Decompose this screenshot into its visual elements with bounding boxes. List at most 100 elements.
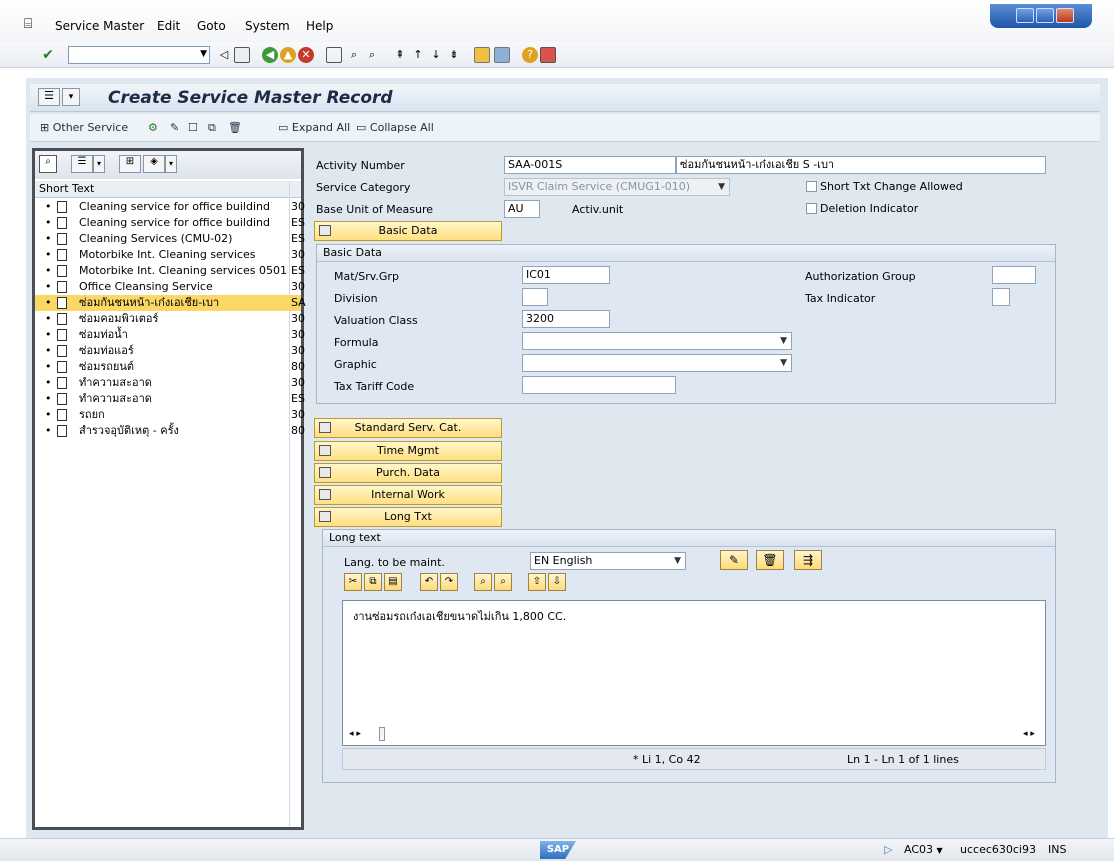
download-icon[interactable]: ⇩ xyxy=(548,573,566,591)
chevron-down-icon[interactable]: ▼ xyxy=(780,333,787,349)
copy-icon[interactable]: ⧉ xyxy=(208,121,216,135)
change-display-icon[interactable]: ✎ xyxy=(170,121,179,134)
expand-all-button[interactable]: ▭ Expand All xyxy=(278,121,350,134)
tree-item[interactable]: • Motorbike Int. Cleaning services 0501 ES xyxy=(35,263,305,279)
back-arrow-icon[interactable]: ◁ xyxy=(216,47,232,63)
create-icon[interactable]: ☐ xyxy=(188,121,198,134)
find-next-icon[interactable]: ⌕ xyxy=(494,573,512,591)
minimize-icon[interactable] xyxy=(1016,8,1034,23)
layout-menu-icon[interactable] xyxy=(540,47,556,63)
system-menu-icon[interactable]: ⌸ xyxy=(24,16,32,32)
find-icon[interactable]: ⌕ xyxy=(474,573,492,591)
tree-item[interactable]: • Cleaning Services (CMU-02) ES xyxy=(35,231,305,247)
previous-page-icon[interactable]: ↑ xyxy=(410,47,426,63)
short-text-header[interactable]: Short Text xyxy=(39,182,94,195)
undo-icon[interactable]: ↶ xyxy=(420,573,438,591)
next-page-icon[interactable]: ↓ xyxy=(428,47,444,63)
tree-item[interactable]: • Cleaning service for office buildind ES xyxy=(35,215,305,231)
layout-icon[interactable]: ◈ xyxy=(143,155,165,173)
chevron-down-icon[interactable]: ▼ xyxy=(780,355,787,371)
system-info[interactable]: AC03 ▼ xyxy=(904,843,943,856)
base-uom-field[interactable]: AU xyxy=(504,200,540,218)
authorization-group-field[interactable] xyxy=(992,266,1036,284)
mat-srv-grp-field[interactable]: IC01 xyxy=(522,266,610,284)
short-txt-change-checkbox[interactable] xyxy=(806,181,817,192)
upload-icon[interactable]: ⇧ xyxy=(528,573,546,591)
activity-number-field[interactable]: SAA-001S xyxy=(504,156,676,174)
tree-item[interactable]: • ซ่อมรถยนต์ 80 xyxy=(35,359,305,375)
exit-icon[interactable]: ▲ xyxy=(280,47,296,63)
delete-text-button[interactable]: 🗑 xyxy=(756,550,784,570)
tree-item[interactable]: • Motorbike Int. Cleaning services 30 xyxy=(35,247,305,263)
tax-tariff-code-field[interactable] xyxy=(522,376,676,394)
expand-status-icon[interactable]: ▷ xyxy=(884,843,892,856)
print-icon[interactable] xyxy=(326,47,342,63)
horizontal-scroll-thumb[interactable] xyxy=(379,727,385,741)
other-service-button[interactable]: ⊞ Other Service xyxy=(40,121,128,134)
activity-description-field[interactable]: ซ่อมกันชนหน้า-เก๋งเอเชีย S -เบา xyxy=(676,156,1046,174)
command-field[interactable]: ▼ xyxy=(68,46,210,64)
menu-dropdown-icon[interactable]: ▾ xyxy=(62,88,80,106)
tree-item[interactable]: • ทำความสะอาด ES xyxy=(35,391,305,407)
cancel-icon[interactable]: ✕ xyxy=(298,47,314,63)
tree-item[interactable]: • ทำความสะอาด 30 xyxy=(35,375,305,391)
tree-item[interactable]: • ซ่อมท่อแอร์ 30 xyxy=(35,343,305,359)
new-session-icon[interactable] xyxy=(474,47,490,63)
menu-service-master[interactable]: Service Master xyxy=(55,19,144,33)
tree-item[interactable]: • Cleaning service for office buildind 30 xyxy=(35,199,305,215)
check-icon[interactable]: ⚙ xyxy=(148,121,158,134)
back-icon[interactable]: ◀ xyxy=(262,47,278,63)
standard-serv-cat-button[interactable]: Standard Serv. Cat. xyxy=(314,418,502,438)
valuation-class-field[interactable]: 3200 xyxy=(522,310,610,328)
help-icon[interactable]: ? xyxy=(522,47,538,63)
tree-item[interactable]: • สำรวจอุบัติเหตุ - ครั้ง 80 xyxy=(35,423,305,439)
scroll-left-right-icon[interactable]: ◂ ▸ xyxy=(349,729,361,739)
chevron-down-icon[interactable]: ▼ xyxy=(674,553,681,569)
hierarchy-icon[interactable]: ⊞ xyxy=(119,155,141,173)
collapse-all-button[interactable]: ▭ Collapse All xyxy=(356,121,434,134)
long-txt-button[interactable]: Long Txt xyxy=(314,507,502,527)
tree-item[interactable]: • รถยก 30 xyxy=(35,407,305,423)
scroll-right-icon[interactable]: ◂ ▸ xyxy=(1023,729,1035,739)
formula-dropdown[interactable]: ▼ xyxy=(522,332,792,350)
tree-column-header[interactable]: Short Text xyxy=(35,181,301,198)
menu-edit[interactable]: Edit xyxy=(157,19,180,33)
save-icon[interactable] xyxy=(234,47,250,63)
chevron-down-icon[interactable]: ▼ xyxy=(200,49,207,59)
menu-system[interactable]: System xyxy=(245,19,290,33)
redo-icon[interactable]: ↷ xyxy=(440,573,458,591)
cut-icon[interactable]: ✂ xyxy=(344,573,362,591)
close-icon[interactable] xyxy=(1056,8,1074,23)
tree-item[interactable]: • ซ่อมคอมพิวเตอร์ 30 xyxy=(35,311,305,327)
tree-item[interactable]: • Office Cleansing Service 30 xyxy=(35,279,305,295)
maximize-icon[interactable] xyxy=(1036,8,1054,23)
basic-data-button[interactable]: Basic Data xyxy=(314,221,502,241)
menu-goto[interactable]: Goto xyxy=(197,19,226,33)
copy-icon[interactable]: ⧉ xyxy=(364,573,382,591)
find-next-icon[interactable]: ⌕ xyxy=(364,47,380,63)
purch-data-button[interactable]: Purch. Data xyxy=(314,463,502,483)
service-category-field[interactable]: ISVR Claim Service (CMUG1-010) ▼ xyxy=(504,178,730,196)
paste-icon[interactable]: ▤ xyxy=(384,573,402,591)
menu-icon[interactable]: ☰ xyxy=(38,88,60,106)
tree-item[interactable]: • ซ่อมท่อน้ำ 30 xyxy=(35,327,305,343)
language-dropdown[interactable]: EN English ▼ xyxy=(530,552,686,570)
chevron-down-icon[interactable]: ▼ xyxy=(718,179,725,195)
internal-work-button[interactable]: Internal Work xyxy=(314,485,502,505)
long-text-editor[interactable]: งานซ่อมรถเก๋งเอเชียขนาดไม่เกิน 1,800 CC.… xyxy=(342,600,1046,746)
text-editor-button[interactable]: ⇶ xyxy=(794,550,822,570)
enter-icon[interactable]: ✔ xyxy=(40,47,56,63)
deletion-indicator-checkbox[interactable] xyxy=(806,203,817,214)
last-page-icon[interactable]: ⇟ xyxy=(446,47,462,63)
chevron-down-icon[interactable]: ▾ xyxy=(165,155,177,173)
division-field[interactable] xyxy=(522,288,548,306)
edit-text-button[interactable]: ✎ xyxy=(720,550,748,570)
chevron-down-icon[interactable]: ▾ xyxy=(93,155,105,173)
find-icon[interactable]: ⌕ xyxy=(39,155,57,173)
menu-help[interactable]: Help xyxy=(306,19,333,33)
list-icon[interactable]: ☰ xyxy=(71,155,93,173)
delete-icon[interactable]: 🗑 xyxy=(228,121,242,134)
tax-indicator-field[interactable] xyxy=(992,288,1010,306)
tree-item[interactable]: • ซ่อมกันชนหน้า-เก๋งเอเชีย-เบา SA xyxy=(35,295,306,311)
first-page-icon[interactable]: ⇞ xyxy=(392,47,408,63)
